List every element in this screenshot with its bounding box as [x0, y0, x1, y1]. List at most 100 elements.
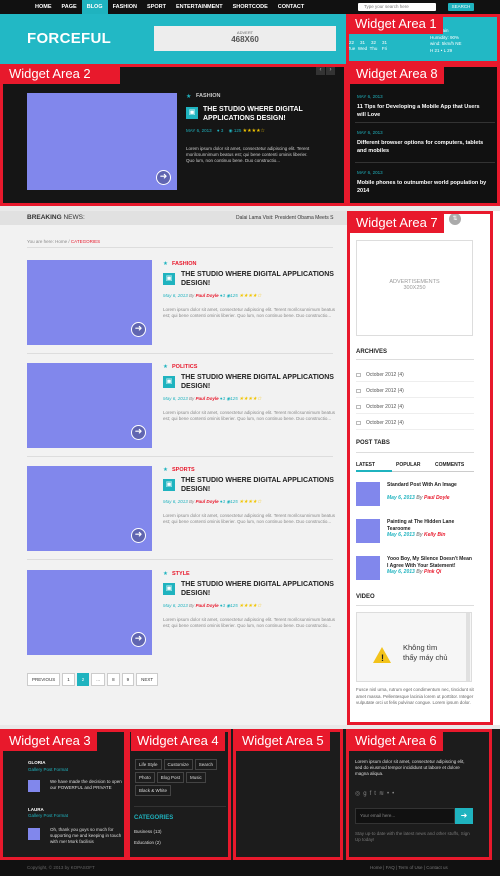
- footer-link-terms[interactable]: Term of Use: [398, 865, 422, 870]
- divider: [27, 456, 333, 457]
- site-logo[interactable]: FORCEFUL: [27, 30, 111, 47]
- post-meta: May 6, 2013 By Paul Doyle ●3 ◉125 ★★★★☆: [163, 396, 262, 402]
- post-author[interactable]: Paul Doyle: [196, 499, 219, 504]
- star-icon: ★: [163, 261, 168, 267]
- copyright-bar: Copyright, © 2013 by KOPASOFT Home | FAQ…: [0, 860, 500, 876]
- divider: [27, 353, 333, 354]
- read-more-arrow-icon[interactable]: ➜: [131, 425, 146, 440]
- post-date: May 6, 2013: [163, 603, 188, 608]
- post-category[interactable]: POLITICS: [172, 364, 197, 370]
- breadcrumb-prefix: You are here:: [27, 239, 54, 244]
- post-comments[interactable]: 3: [223, 499, 226, 504]
- page-link[interactable]: 1: [62, 673, 75, 686]
- nav-item-contact[interactable]: CONTACT: [273, 0, 309, 14]
- header-advert[interactable]: ADVERT 468X60: [154, 26, 336, 51]
- image-format-icon: ▣: [163, 583, 175, 595]
- post-views: 125: [230, 499, 238, 504]
- post-category[interactable]: SPORTS: [172, 467, 195, 473]
- post-meta: May 6, 2013 By Paul Doyle ●3 ◉125 ★★★★☆: [163, 499, 262, 505]
- footer-links: Home | FAQ | Term of Use | Contact us: [370, 865, 448, 870]
- post-comments[interactable]: 3: [223, 293, 226, 298]
- breaking-label: BREAKING NEWS:: [27, 214, 85, 221]
- breadcrumb-current: CATEGORIES: [70, 239, 101, 244]
- post-views: 125: [230, 396, 238, 401]
- post-date: May 6, 2013: [163, 396, 188, 401]
- widget-area-6-label: Widget Area 6: [349, 731, 443, 751]
- read-more-arrow-icon[interactable]: ➜: [131, 322, 146, 337]
- pagination-prev[interactable]: PREVIOUS: [27, 673, 61, 686]
- nav-item-blog[interactable]: BLOG: [81, 0, 108, 14]
- post-date: May 6, 2013: [163, 293, 188, 298]
- breadcrumb-home[interactable]: Home: [55, 239, 67, 244]
- rating-stars: ★★★★☆: [239, 293, 262, 299]
- post-author[interactable]: Paul Doyle: [196, 603, 219, 608]
- nav-item-entertainment[interactable]: ENTERTAINMENT: [171, 0, 228, 14]
- page-link-active[interactable]: 2: [76, 673, 90, 686]
- nav-item-page[interactable]: PAGE: [57, 0, 82, 14]
- divider: [27, 559, 333, 560]
- read-more-arrow-icon[interactable]: ➜: [131, 528, 146, 543]
- rating-stars: ★★★★☆: [239, 396, 262, 402]
- rating-stars: ★★★★☆: [239, 603, 262, 609]
- rating-stars: ★★★★☆: [239, 499, 262, 505]
- image-format-icon: ▣: [163, 479, 175, 491]
- breaking-ticker[interactable]: Dalai Lama Visit: President Obama Meets …: [236, 215, 333, 221]
- star-icon: ★: [163, 571, 168, 577]
- main-menu: HOME PAGE BLOG FASHION SPORT ENTERTAINMENT SHO…: [30, 0, 309, 14]
- pagination: PREVIOUS 1 2... 8 9 NEXT: [27, 673, 160, 686]
- copyright-text: Copyright, © 2013 by KOPASOFT: [27, 865, 95, 870]
- search-input[interactable]: Type your search here: [358, 3, 436, 11]
- advert-size: 468X60: [231, 35, 259, 44]
- image-format-icon: ▣: [163, 273, 175, 285]
- widget-area-4-label: Widget Area 4: [131, 731, 225, 751]
- nav-item-sport[interactable]: SPORT: [142, 0, 171, 14]
- page-ellipsis: ...: [91, 673, 106, 686]
- post-author[interactable]: Paul Doyle: [196, 396, 219, 401]
- advert-label: ADVERT: [236, 30, 254, 35]
- star-icon: ★: [163, 364, 168, 370]
- breaking-news-bar: BREAKING NEWS: Dalai Lama Visit: Preside…: [0, 211, 347, 225]
- breaking-label-rest: NEWS:: [61, 214, 85, 221]
- widget-area-8-label: Widget Area 8: [350, 64, 444, 84]
- post-date: May 6, 2013: [163, 499, 188, 504]
- nav-item-home[interactable]: HOME: [30, 0, 57, 14]
- post-author[interactable]: Paul Doyle: [196, 293, 219, 298]
- widget-area-2-label: Widget Area 2: [3, 64, 120, 84]
- post-comments[interactable]: 3: [223, 396, 226, 401]
- image-format-icon: ▣: [163, 376, 175, 388]
- search-button[interactable]: SEARCH: [448, 3, 474, 11]
- read-more-arrow-icon[interactable]: ➜: [131, 632, 146, 647]
- page-link[interactable]: 8: [107, 673, 120, 686]
- post-meta: May 6, 2013 By Paul Doyle ●3 ◉125 ★★★★☆: [163, 603, 262, 609]
- post-comments[interactable]: 3: [223, 603, 226, 608]
- footer-link-home[interactable]: Home: [370, 865, 382, 870]
- post-excerpt: Lorem ipsum dolor sit amet, consectetur …: [163, 617, 335, 628]
- post-title[interactable]: THE STUDIO WHERE DIGITAL APPLICATIONS DE…: [181, 270, 336, 288]
- widget-area-1-label: Widget Area 1: [349, 14, 443, 34]
- footer-link-contact[interactable]: Contact us: [426, 865, 448, 870]
- pagination-next[interactable]: NEXT: [136, 673, 159, 686]
- widget-area-8-outline: [347, 64, 500, 206]
- post-meta: May 6, 2013 By Paul Doyle ●3 ◉125 ★★★★☆: [163, 293, 262, 299]
- page-link[interactable]: 9: [121, 673, 135, 686]
- post-category[interactable]: STYLE: [172, 571, 190, 577]
- nav-item-shortcode[interactable]: SHORTCODE: [228, 0, 273, 14]
- widget-area-7-outline: [347, 211, 493, 725]
- post-title[interactable]: THE STUDIO WHERE DIGITAL APPLICATIONS DE…: [181, 476, 336, 494]
- post-views: 125: [230, 603, 238, 608]
- post-category[interactable]: FASHION: [172, 261, 196, 267]
- footer-link-faq[interactable]: FAQ: [386, 865, 395, 870]
- nav-item-fashion[interactable]: FASHION: [108, 0, 142, 14]
- star-icon: ★: [163, 467, 168, 473]
- divider: [27, 247, 333, 248]
- post-excerpt: Lorem ipsum dolor sit amet, consectetur …: [163, 513, 335, 524]
- search-placeholder: Type your search here: [364, 4, 409, 9]
- post-excerpt: Lorem ipsum dolor sit amet, consectetur …: [163, 307, 335, 318]
- post-excerpt: Lorem ipsum dolor sit amet, consectetur …: [163, 410, 335, 421]
- post-title[interactable]: THE STUDIO WHERE DIGITAL APPLICATIONS DE…: [181, 580, 336, 598]
- widget-area-5-label: Widget Area 5: [236, 731, 330, 751]
- breadcrumb: You are here: Home / CATEGORIES: [27, 239, 100, 244]
- post-title[interactable]: THE STUDIO WHERE DIGITAL APPLICATIONS DE…: [181, 373, 336, 391]
- post-views: 125: [230, 293, 238, 298]
- top-navigation-bar: HOME PAGE BLOG FASHION SPORT ENTERTAINMENT SHO…: [0, 0, 500, 14]
